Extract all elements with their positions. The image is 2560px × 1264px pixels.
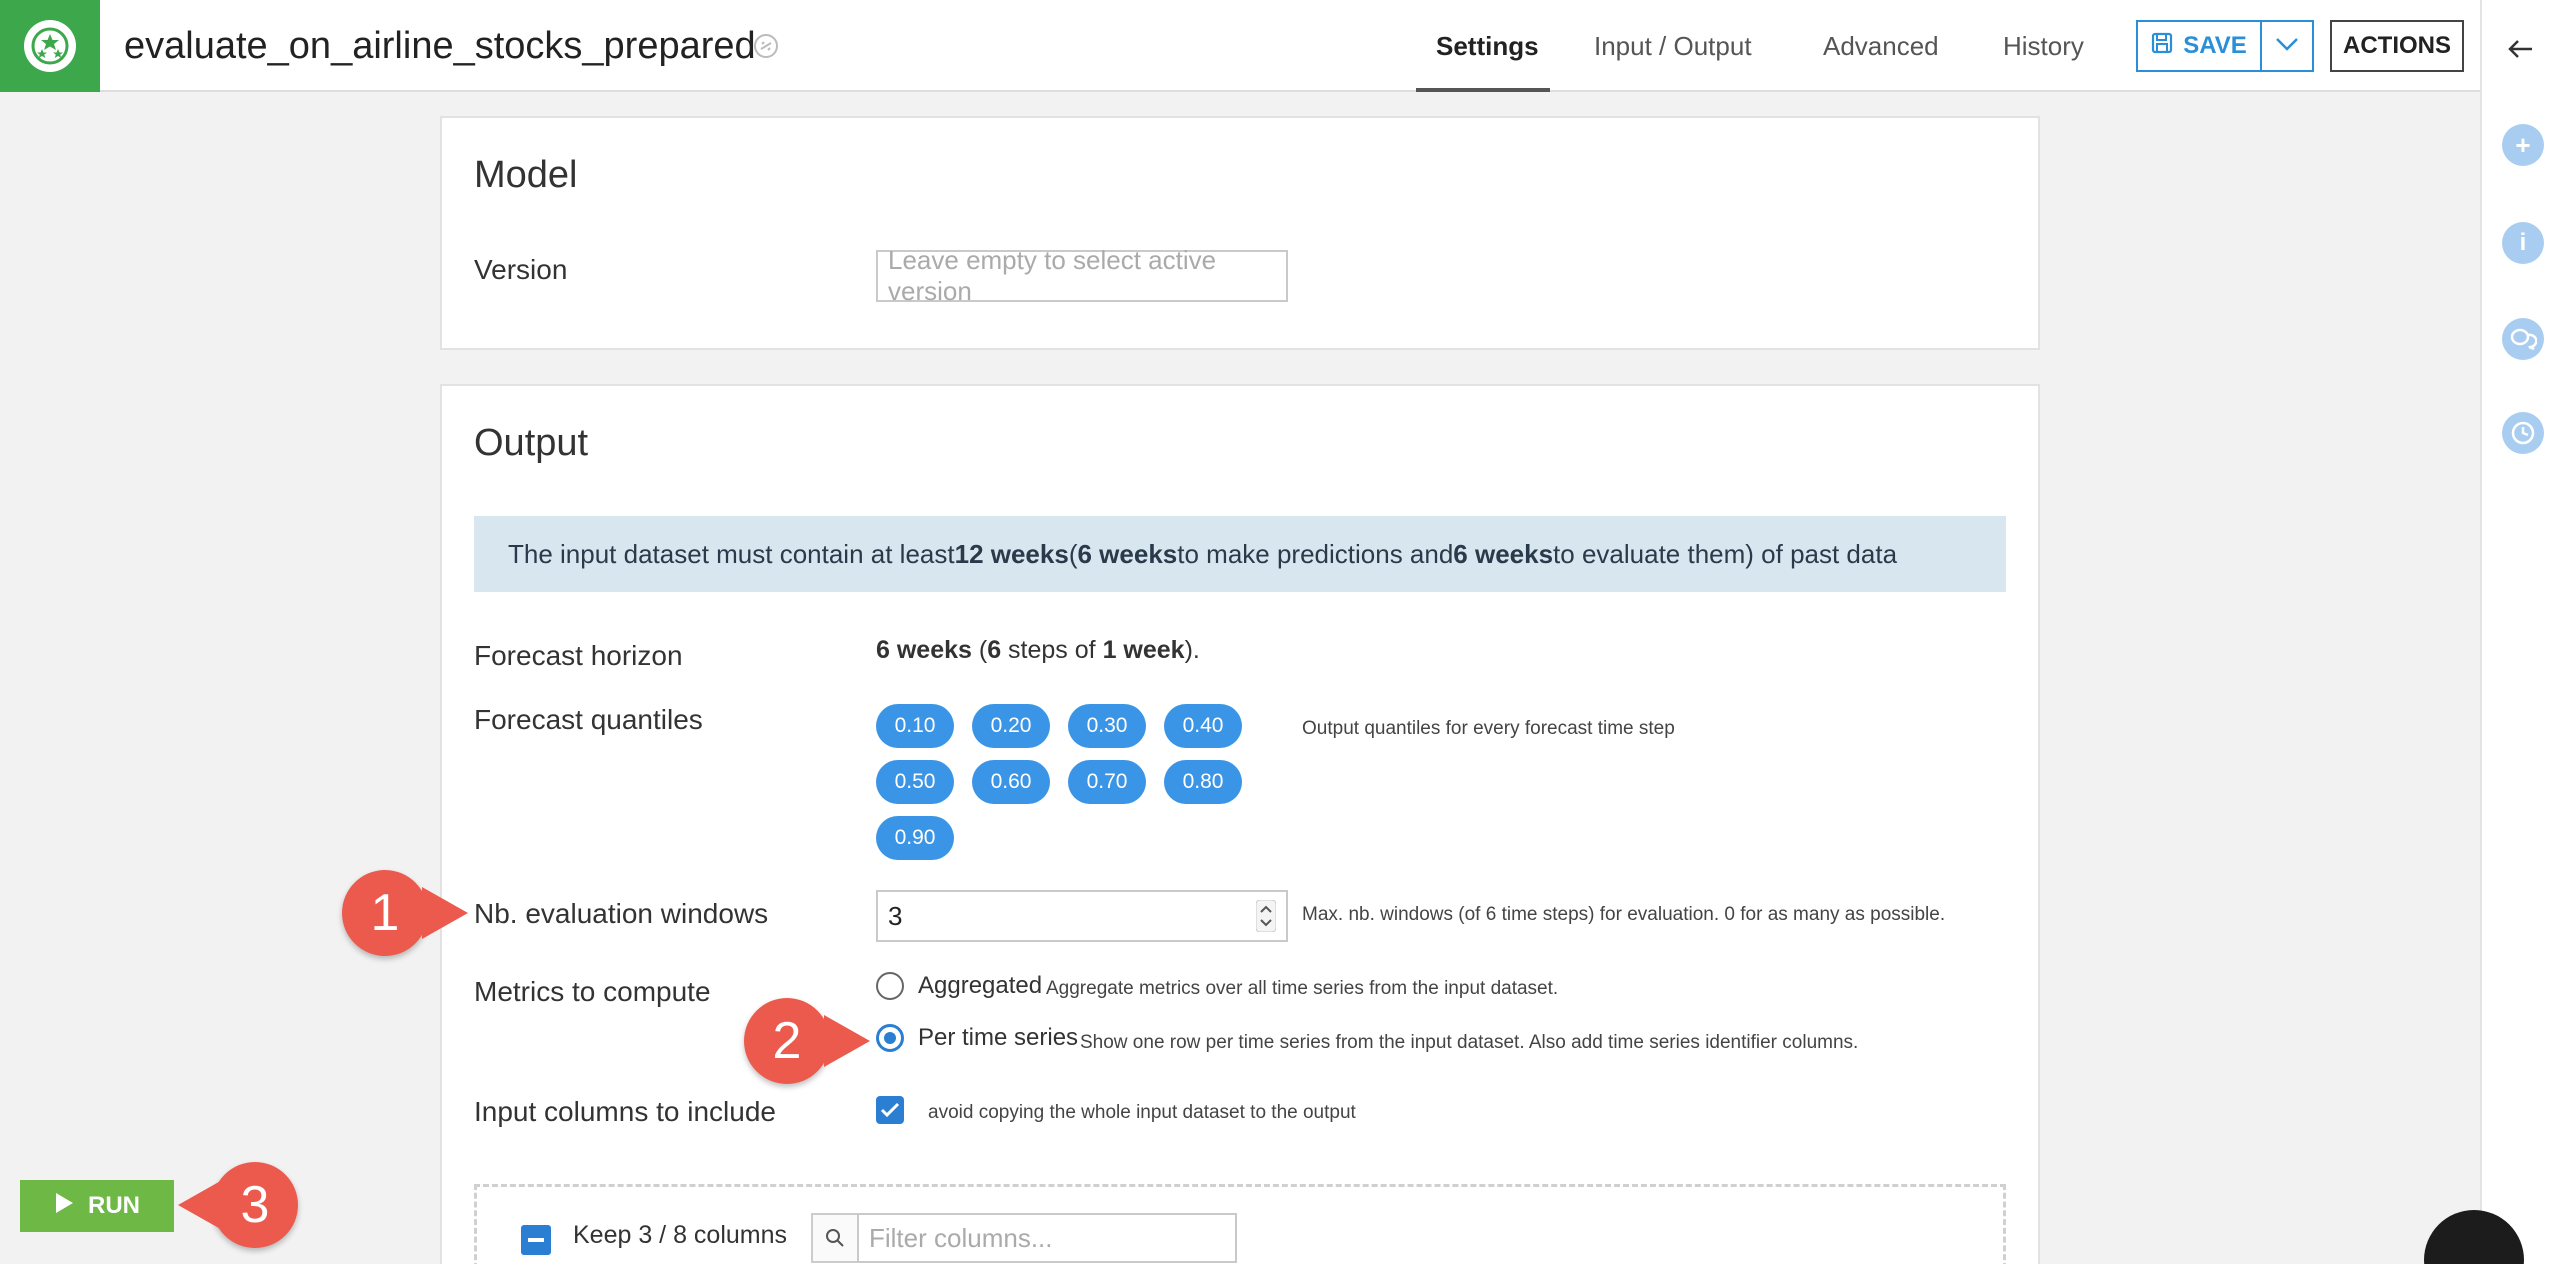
quantile-chip[interactable]: 0.30: [1068, 704, 1146, 748]
tab-input-output[interactable]: Input / Output: [1594, 28, 1752, 64]
top-header: evaluate_on_airline_stocks_prepared Sett…: [0, 0, 2480, 92]
input-columns-label: Input columns to include: [474, 1096, 776, 1127]
aggregated-label: Aggregated: [918, 972, 1043, 999]
model-section-title: Model: [474, 154, 578, 196]
input-columns-checkbox[interactable]: [876, 1096, 904, 1124]
search-icon: [811, 1213, 859, 1263]
collapse-arrow-icon[interactable]: [2506, 34, 2536, 69]
info-total: 12 weeks: [954, 538, 1069, 569]
discussions-icon[interactable]: [2502, 318, 2544, 360]
tab-advanced[interactable]: Advanced: [1823, 28, 1939, 64]
play-icon: [54, 1192, 74, 1221]
quantile-chip[interactable]: 0.20: [972, 704, 1050, 748]
recipe-logo[interactable]: [0, 0, 100, 92]
quantile-chip[interactable]: 0.70: [1068, 760, 1146, 804]
data-requirement-info: The input dataset must contain at least …: [474, 516, 2006, 592]
active-tab-indicator: [1416, 88, 1550, 92]
quantile-chip[interactable]: 0.50: [876, 760, 954, 804]
eval-windows-input[interactable]: 3: [876, 890, 1288, 942]
input-columns-hint: avoid copying the whole input dataset to…: [928, 1102, 1356, 1123]
aggregated-hint: Aggregate metrics over all time series f…: [1046, 978, 1559, 999]
run-button[interactable]: RUN: [20, 1180, 174, 1232]
info-icon[interactable]: i: [2502, 222, 2544, 264]
run-label: RUN: [88, 1192, 140, 1219]
quantiles-hint: Output quantiles for every forecast time…: [1302, 718, 1675, 739]
recipe-icon: [24, 20, 76, 72]
per-time-series-hint: Show one row per time series from the in…: [1080, 1032, 1859, 1053]
eval-windows-label: Nb. evaluation windows: [474, 898, 769, 929]
version-label: Version: [474, 254, 568, 285]
deselect-all-checkbox[interactable]: [521, 1225, 551, 1255]
horizon-text: (: [971, 636, 988, 664]
per-time-series-label: Per time series: [918, 1024, 1079, 1051]
callout-2: 2: [744, 998, 830, 1084]
output-section-title: Output: [474, 422, 589, 464]
link-icon[interactable]: [752, 32, 780, 60]
eval-windows-hint: Max. nb. windows (of 6 time steps) for e…: [1302, 904, 1946, 925]
eval-windows-value: 3: [888, 900, 903, 931]
forecast-horizon-value: 6 weeks (6 steps of 1 week).: [876, 636, 1200, 665]
info-text: to evaluate them) of past data: [1553, 538, 1898, 569]
save-label: SAVE: [2183, 32, 2247, 59]
info-predict: 6 weeks: [1077, 538, 1178, 569]
save-button[interactable]: SAVE: [2136, 20, 2262, 72]
forecast-quantiles-label: Forecast quantiles: [474, 704, 703, 735]
callout-1-pointer: [422, 887, 468, 939]
filter-columns-input[interactable]: Filter columns...: [857, 1213, 1237, 1263]
info-text: to make predictions and: [1177, 538, 1454, 569]
right-sidebar: + i: [2480, 0, 2560, 1264]
floppy-icon: [2151, 32, 2173, 61]
horizon-text: ).: [1184, 636, 1200, 664]
callout-1: 1: [342, 870, 428, 956]
clock-icon[interactable]: [2502, 412, 2544, 454]
radio-per-time-series[interactable]: [876, 1024, 904, 1052]
tab-history[interactable]: History: [2003, 28, 2084, 64]
recipe-title: evaluate_on_airline_stocks_prepared: [124, 25, 756, 67]
chevron-down-icon: [2275, 37, 2299, 56]
radio-aggregated[interactable]: [876, 972, 904, 1000]
plus-icon[interactable]: +: [2502, 124, 2544, 166]
horizon-text: steps of: [1001, 636, 1103, 664]
forecast-horizon-label: Forecast horizon: [474, 640, 683, 671]
metrics-label: Metrics to compute: [474, 976, 711, 1007]
horizon-weeks: 6 weeks: [876, 636, 972, 664]
info-text: (: [1068, 538, 1078, 569]
model-panel: Model Version Leave empty to select acti…: [440, 116, 2040, 350]
actions-button[interactable]: ACTIONS: [2330, 20, 2464, 72]
horizon-steps: 6: [987, 636, 1002, 664]
column-selector: Keep 3 / 8 columns Filter columns...: [474, 1184, 2006, 1264]
quantile-chip[interactable]: 0.10: [876, 704, 954, 748]
tab-settings[interactable]: Settings: [1436, 28, 1539, 64]
horizon-step-size: 1 week: [1102, 636, 1185, 664]
quantile-chip[interactable]: 0.80: [1164, 760, 1242, 804]
info-evaluate: 6 weeks: [1453, 538, 1554, 569]
callout-3-pointer: [178, 1179, 224, 1231]
keep-columns-label: Keep 3 / 8 columns: [573, 1221, 788, 1249]
callout-2-pointer: [824, 1015, 870, 1067]
quantile-chip[interactable]: 0.60: [972, 760, 1050, 804]
output-panel: Output The input dataset must contain at…: [440, 384, 2040, 1264]
stepper-arrows-icon[interactable]: [1255, 899, 1277, 939]
version-input[interactable]: Leave empty to select active version: [876, 245, 1288, 306]
callout-3: 3: [212, 1162, 298, 1248]
quantile-chip[interactable]: 0.40: [1164, 704, 1242, 748]
save-dropdown-button[interactable]: [2262, 20, 2314, 72]
quantile-chip[interactable]: 0.90: [876, 816, 954, 860]
info-text: The input dataset must contain at least: [508, 538, 955, 569]
